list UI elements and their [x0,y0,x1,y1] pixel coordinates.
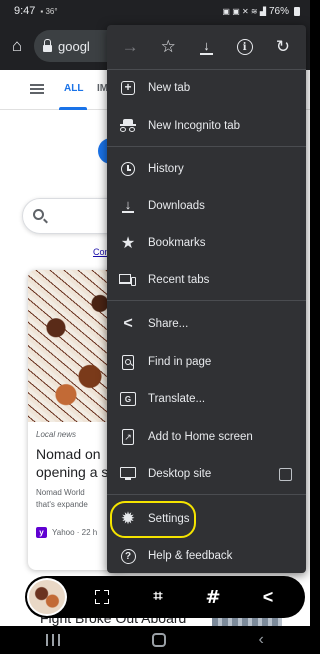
menu-item-translate[interactable]: G Translate... [107,384,306,414]
menu-divider [107,300,306,301]
news-card-tag: Local news [36,430,77,439]
status-right: ▣ ▣ ✕ ≋ ▟ 76% [222,6,300,17]
menu-item-label: New Incognito tab [148,120,241,132]
bookmark-star-icon[interactable]: ☆ [156,35,180,59]
address-bar[interactable]: googl [34,30,114,62]
menu-item-bookmarks[interactable]: ★ Bookmarks [107,228,306,258]
search-icon [33,209,44,220]
tab-all-indicator [59,107,87,110]
battery-percent: 76% [268,5,289,17]
forward-arrow-icon[interactable]: → [118,35,142,59]
share-icon: < [123,315,133,332]
tab-all[interactable]: ALL [64,83,83,94]
help-icon: ? [118,546,138,566]
menu-item-label: Recent tabs [148,274,210,286]
desktop-site-checkbox[interactable] [279,467,292,481]
history-icon [118,159,138,179]
desktop-site-icon [118,464,138,484]
menu-item-label: Bookmarks [148,237,206,249]
translate-icon: G [118,389,138,409]
floating-action-bar: ⌗ # < [25,576,305,618]
add-to-home-icon: ↗ [118,427,138,447]
thumbnail-avatar[interactable] [27,578,67,616]
bookmarks-icon: ★ [120,235,136,252]
menu-item-history[interactable]: History [107,154,306,184]
settings-highlight-annotation [110,501,196,538]
hamburger-menu-icon[interactable] [30,84,44,86]
menu-divider [107,146,306,147]
menu-top-actions: → ☆ ↓ i ↻ [107,25,306,69]
menu-item-find-in-page[interactable]: Find in page [107,347,306,377]
menu-item-label: Help & feedback [148,550,233,562]
menu-item-add-to-home-screen[interactable]: ↗ Add to Home screen [107,422,306,452]
lock-icon [43,38,52,52]
news-card-source-text: Yahoo · 22 h [52,528,98,537]
downloads-icon: ↓ [118,196,138,216]
menu-item-recent-tabs[interactable]: Recent tabs [107,265,306,295]
menu-item-share[interactable]: < Share... [107,309,306,339]
menu-item-label: Share... [148,318,189,330]
menu-item-new-incognito-tab[interactable]: New Incognito tab [107,111,306,141]
menu-divider [107,69,306,70]
status-right-icons: ▣ ▣ ✕ ≋ ▟ [222,6,266,16]
home-button-icon[interactable] [152,633,167,647]
menu-item-help-feedback[interactable]: ? Help & feedback [107,541,306,571]
crop-icon[interactable]: ⌗ [145,585,171,609]
page-info-icon[interactable]: i [233,35,257,59]
menu-item-label: Downloads [148,200,205,212]
menu-item-label: Add to Home screen [148,431,253,443]
new-tab-icon: + [118,78,138,98]
status-left-icons: ▪ 36° [40,6,58,16]
chrome-overflow-menu: → ☆ ↓ i ↻ + New tab New Incognito tab Hi… [107,25,306,573]
back-icon[interactable]: ‹ [259,631,264,649]
recents-icon[interactable] [46,634,61,646]
home-icon[interactable]: ⌂ [0,36,34,56]
menu-item-new-tab[interactable]: + New tab [107,73,306,103]
menu-item-label: History [148,163,184,175]
menu-item-label: Find in page [148,356,212,368]
menu-item-label: Translate... [148,393,206,405]
menu-item-desktop-site[interactable]: Desktop site [107,459,306,489]
menu-item-label: New tab [148,82,191,94]
battery-icon [294,6,300,16]
share-icon[interactable]: < [255,585,281,609]
scan-icon[interactable] [89,585,115,609]
download-icon[interactable]: ↓ [194,35,218,59]
recent-tabs-icon [118,270,138,290]
menu-item-label: Desktop site [148,468,212,480]
menu-divider [107,494,306,495]
yahoo-logo-icon: y [36,527,47,538]
status-time: 9:47 [14,5,36,17]
hashtag-icon[interactable]: # [200,585,226,609]
system-navigation-bar: ‹ [0,626,310,654]
incognito-icon [118,116,138,136]
refresh-icon[interactable]: ↻ [271,35,295,59]
screen: 9:47 ▪ 36° ▣ ▣ ✕ ≋ ▟ 76% ⌂ googl ALL IM … [0,0,310,654]
status-bar: 9:47 ▪ 36° ▣ ▣ ✕ ≋ ▟ 76% [0,0,310,22]
menu-item-downloads[interactable]: ↓ Downloads [107,191,306,221]
find-in-page-icon [118,352,138,372]
address-text: googl [58,38,90,54]
